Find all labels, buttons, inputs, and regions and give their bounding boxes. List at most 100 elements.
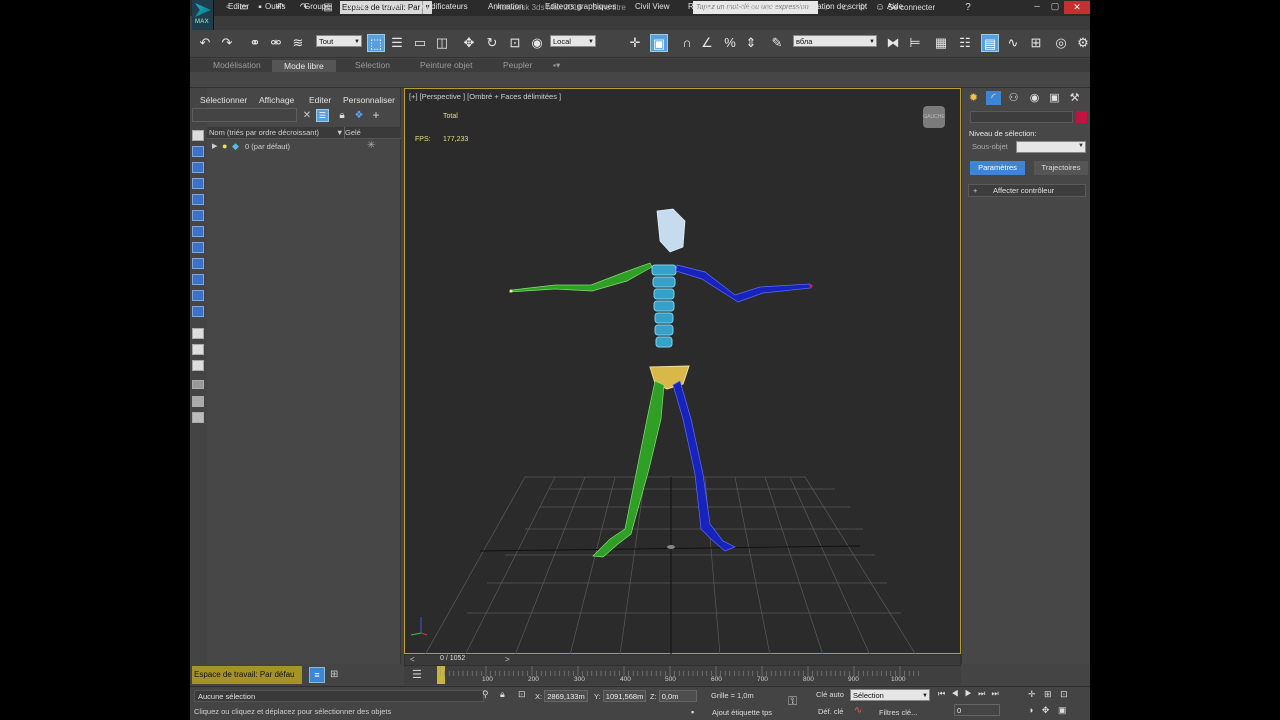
help-icon[interactable]: ? — [962, 2, 974, 14]
maximize-button[interactable]: ▢ — [1046, 1, 1064, 14]
sort-desc-icon[interactable]: ▼ — [336, 128, 343, 137]
display-last-render-icon[interactable] — [192, 344, 204, 355]
add-layer-icon[interactable]: ❖ — [353, 110, 365, 122]
x-field[interactable]: 2869,133m — [544, 690, 588, 702]
z-field[interactable]: 0,0m — [658, 690, 697, 702]
lightbulb-icon[interactable]: ● — [222, 141, 227, 151]
expand-arrow-icon[interactable]: ▶ — [212, 142, 217, 150]
select-object-icon[interactable]: ⬚ — [367, 34, 385, 52]
coord-y[interactable]: Y: 1091,568m — [594, 690, 647, 702]
place-icon[interactable]: ◉ — [528, 34, 546, 52]
lock-icon[interactable]: 🔒︎ — [336, 110, 348, 122]
render-setup-icon[interactable]: ⚙ — [1074, 34, 1090, 52]
next-frame-icon[interactable]: > — [505, 655, 510, 664]
track-bar-menu-icon[interactable]: ☰ — [412, 668, 426, 682]
viewport-nav-controls-2[interactable]: ◑ ✥ ▣ — [1028, 705, 1069, 716]
menu-editer[interactable]: Editer — [228, 2, 249, 11]
align-icon[interactable]: ⊨ — [906, 34, 924, 52]
tab-peupler[interactable]: Peupler — [503, 60, 532, 70]
menu-creer[interactable]: Créer — [383, 2, 403, 11]
object-color-swatch[interactable] — [1076, 111, 1087, 123]
utilities-tab-icon[interactable]: ⚒ — [1067, 91, 1082, 105]
angle-snap-icon[interactable]: ∠ — [698, 34, 716, 52]
menu-outils[interactable]: Outils — [265, 2, 285, 11]
move-icon[interactable]: ✥ — [460, 34, 478, 52]
menu-animation[interactable]: Animation — [488, 2, 524, 11]
display-shapes-icon[interactable] — [192, 162, 204, 173]
motion-tab-icon[interactable]: ◉ — [1027, 91, 1042, 105]
link-icon[interactable]: ⚭ — [246, 34, 264, 52]
trajectories-button[interactable]: Trajectoires — [1034, 161, 1088, 175]
redo-icon[interactable]: ↷ — [218, 34, 236, 52]
layer-sort-icon[interactable]: ☰ — [316, 109, 329, 122]
schematic-view-icon[interactable]: ⊞ — [1027, 34, 1045, 52]
coord-z[interactable]: Z: 0,0m — [650, 690, 697, 702]
rotate-icon[interactable]: ↻ — [483, 34, 501, 52]
bind-spacewarp-icon[interactable]: ≋ — [289, 34, 307, 52]
spinner-snap-icon[interactable]: ⇕ — [742, 34, 760, 52]
toggle-ribbon-icon[interactable]: ▤ — [981, 34, 999, 52]
ribbon-options-icon[interactable]: ▪▾ — [553, 60, 560, 71]
coord-system-dropdown[interactable]: Local ▼ — [550, 35, 596, 47]
menu-editeurs-graphiques[interactable]: Editeurs graphiques — [545, 2, 616, 11]
selection-lock-icon[interactable]: 🔒︎ — [500, 689, 505, 700]
tab-peinture-objet[interactable]: Peinture objet — [420, 60, 472, 70]
minimize-button[interactable]: – — [1028, 1, 1046, 14]
display-helpers-icon[interactable] — [192, 210, 204, 221]
menu-generation-script[interactable]: Génération de script — [795, 2, 867, 11]
prev-frame-icon[interactable]: < — [410, 655, 415, 664]
key-icon[interactable]: ⚿ — [788, 694, 797, 709]
display-bones-icon[interactable] — [192, 274, 204, 285]
sub-object-button[interactable]: Sous-objet — [972, 142, 1008, 151]
rectangle-selection-icon[interactable]: ▭ — [411, 34, 429, 52]
scene-explorer-icon[interactable]: ☷ — [956, 34, 974, 52]
menu-aide[interactable]: Aide — [887, 2, 903, 11]
display-groups-icon[interactable] — [192, 242, 204, 253]
menu-vues[interactable]: Vues — [348, 2, 366, 11]
selection-filter-dropdown[interactable]: Tout ▼ — [316, 35, 362, 47]
hierarchy-tab-icon[interactable]: ⚇ — [1006, 91, 1021, 105]
edit-named-selection-icon[interactable]: ✎ — [768, 34, 786, 52]
create-tab-icon[interactable]: ✹ — [966, 91, 981, 105]
tab-selection[interactable]: Sélection — [355, 60, 390, 70]
filter-icon[interactable] — [192, 380, 204, 389]
display-xrefs-icon[interactable] — [192, 258, 204, 269]
display-geometry-icon[interactable] — [192, 146, 204, 157]
freeze-snowflake-icon[interactable]: ✳ — [367, 140, 375, 151]
set-key-button[interactable]: Déf. clé — [818, 707, 843, 716]
layer-row[interactable]: ▶ ● ◆ 0 (par défaut) ✳ — [207, 140, 401, 153]
explorer-menu-affichage[interactable]: Affichage — [259, 95, 294, 105]
explorer-search-input[interactable] — [192, 108, 297, 122]
sub-object-dropdown[interactable]: ▼ — [1016, 141, 1086, 153]
playback-controls[interactable]: ⏮ ◀ ▶ ⏭ ⏭ — [938, 689, 1001, 699]
menu-groupe[interactable]: Groupe — [304, 2, 331, 11]
manipulate-icon[interactable]: ▣ — [650, 34, 668, 52]
isolate-icon[interactable]: ⚲ — [482, 689, 489, 700]
display-lights-icon[interactable] — [192, 178, 204, 189]
explorer-menu-editer[interactable]: Editer — [309, 95, 331, 105]
key-filters-button[interactable]: Filtres clé... — [879, 708, 917, 717]
display-hidden-icon[interactable] — [192, 328, 204, 339]
mirror-icon[interactable]: ⧓ — [884, 34, 902, 52]
scale-icon[interactable]: ⊡ — [506, 34, 524, 52]
layers-icon[interactable]: ≡ — [309, 667, 325, 683]
display-containers-icon[interactable] — [192, 290, 204, 301]
display-tab-icon[interactable]: ▣ — [1047, 91, 1062, 105]
workspace-status-dropdown[interactable]: Espace de travail: Par défau — [192, 666, 302, 684]
explorer-menu-selectionner[interactable]: Sélectionner — [200, 95, 247, 105]
snap-toggle-icon[interactable]: ∩ — [678, 34, 696, 52]
tab-modelisation[interactable]: Modélisation — [213, 60, 261, 70]
sort-icon[interactable] — [192, 412, 204, 423]
parameters-button[interactable]: Paramètres — [970, 161, 1025, 175]
menu-modificateurs[interactable]: Modificateurs — [420, 2, 468, 11]
menu-civil-view[interactable]: Civil View — [635, 2, 670, 11]
layer-filter-icon[interactable] — [192, 396, 204, 407]
tangent-icon[interactable]: ∿ — [854, 705, 862, 716]
absolute-mode-icon[interactable]: ⊡ — [518, 689, 526, 700]
col-frozen-header[interactable]: Gelé — [345, 128, 361, 137]
pivot-center-icon[interactable]: ✛ — [626, 34, 644, 52]
window-crossing-icon[interactable]: ◫ — [433, 34, 451, 52]
undo-icon[interactable]: ↶ — [196, 34, 214, 52]
menu-rendu[interactable]: Rendu — [688, 2, 712, 11]
add-time-tag-button[interactable]: Ajout étiquette tps — [712, 708, 772, 717]
